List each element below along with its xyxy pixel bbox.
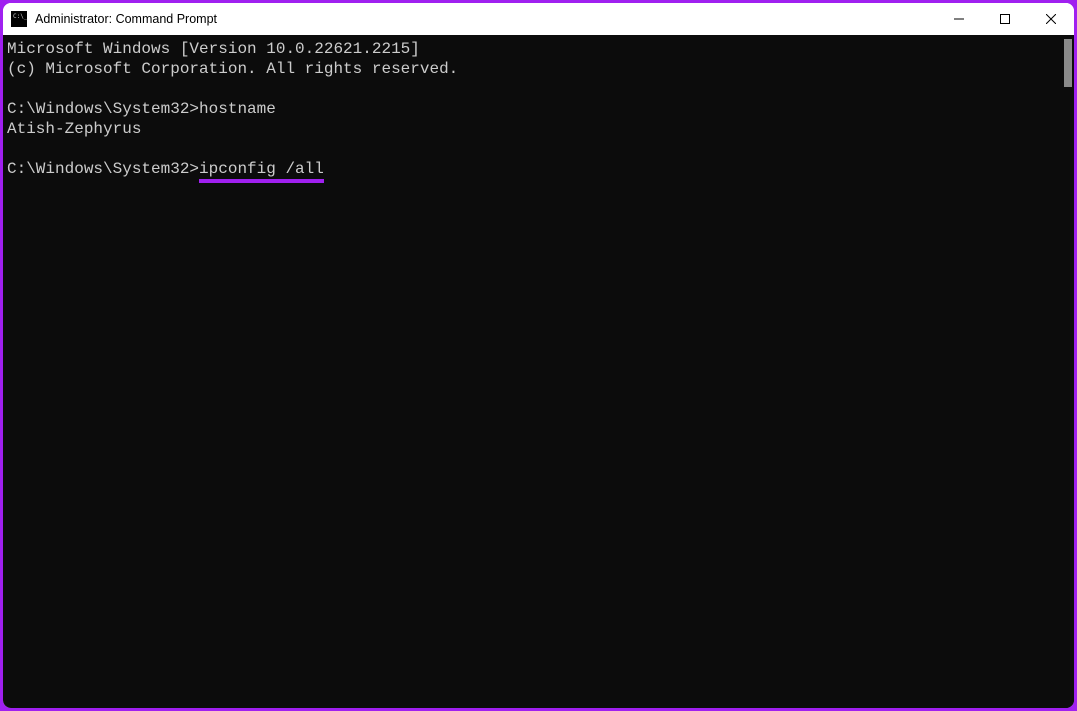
command-hostname: hostname xyxy=(199,100,276,118)
close-button[interactable] xyxy=(1028,3,1074,35)
minimize-icon xyxy=(954,14,964,24)
maximize-button[interactable] xyxy=(982,3,1028,35)
version-line: Microsoft Windows [Version 10.0.22621.22… xyxy=(7,40,420,58)
minimize-button[interactable] xyxy=(936,3,982,35)
copyright-line: (c) Microsoft Corporation. All rights re… xyxy=(7,60,458,78)
window-title: Administrator: Command Prompt xyxy=(35,12,936,26)
window-controls xyxy=(936,3,1074,35)
hostname-output: Atish-Zephyrus xyxy=(7,120,141,138)
terminal-area: Microsoft Windows [Version 10.0.22621.22… xyxy=(3,35,1074,708)
prompt: C:\Windows\System32> xyxy=(7,100,199,118)
cmd-icon xyxy=(11,11,27,27)
titlebar[interactable]: Administrator: Command Prompt xyxy=(3,3,1074,35)
command-prompt-window: Administrator: Command Prompt Microsoft … xyxy=(3,3,1074,708)
maximize-icon xyxy=(1000,14,1010,24)
terminal-output[interactable]: Microsoft Windows [Version 10.0.22621.22… xyxy=(3,35,1058,708)
scrollbar[interactable] xyxy=(1058,35,1074,708)
close-icon xyxy=(1046,14,1056,24)
scrollbar-thumb[interactable] xyxy=(1064,39,1072,87)
prompt: C:\Windows\System32> xyxy=(7,160,199,178)
command-ipconfig: ipconfig /all xyxy=(199,159,324,183)
